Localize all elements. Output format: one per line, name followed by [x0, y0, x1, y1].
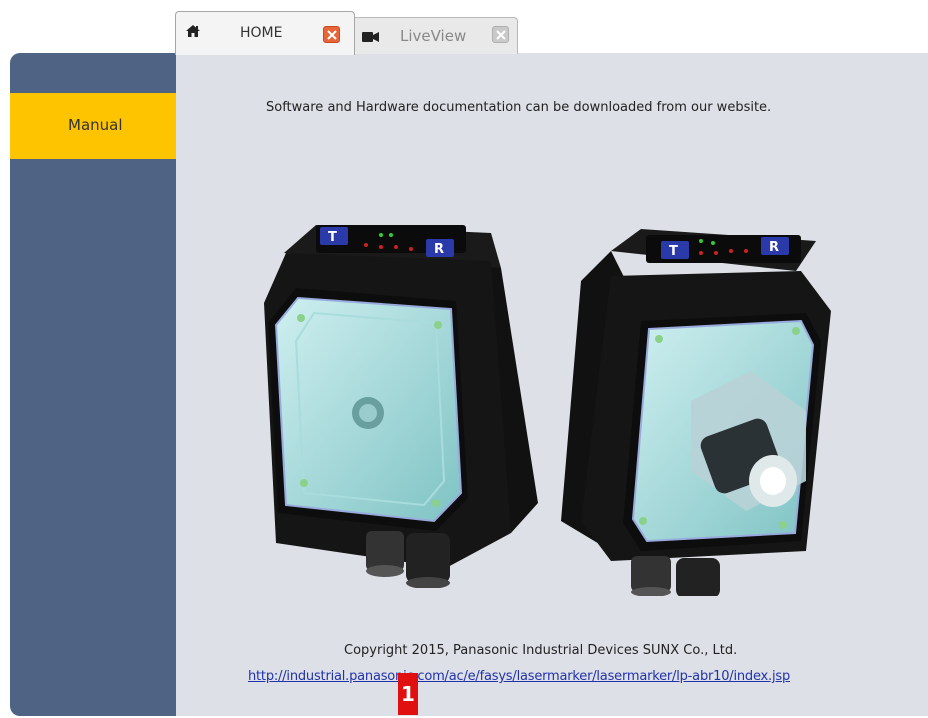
svg-text:R: R — [769, 240, 779, 255]
close-icon[interactable] — [492, 26, 509, 43]
home-icon — [185, 23, 201, 42]
copyright-text: Copyright 2015, Panasonic Industrial Dev… — [344, 643, 738, 658]
sidebar-item-manual[interactable]: Manual — [10, 93, 176, 159]
close-icon[interactable] — [323, 26, 340, 43]
svg-text:T: T — [328, 230, 337, 245]
video-camera-icon — [362, 28, 380, 47]
tab-liveview[interactable]: LiveView — [351, 17, 518, 54]
svg-text:T: T — [669, 244, 678, 259]
intro-text: Software and Hardware documentation can … — [266, 100, 772, 115]
tab-liveview-label: LiveView — [400, 27, 467, 45]
device-image-front: T R — [264, 225, 538, 588]
device-image-angled: T R — [561, 229, 831, 596]
sidebar-item-label: Manual — [68, 116, 123, 134]
svg-text:R: R — [434, 242, 444, 257]
main-content: Software and Hardware documentation can … — [176, 53, 928, 716]
website-link[interactable]: http://industrial.panasonic.com/ac/e/fas… — [248, 669, 790, 684]
tab-home[interactable]: HOME — [175, 11, 355, 55]
sidebar: Manual — [10, 53, 176, 716]
annotation-marker: 1 — [398, 673, 418, 715]
tab-home-label: HOME — [240, 25, 283, 41]
